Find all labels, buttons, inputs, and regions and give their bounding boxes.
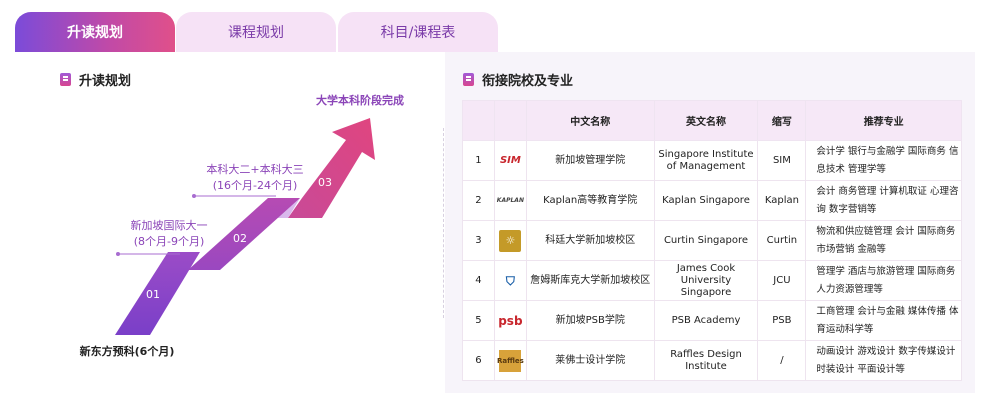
stage-label-01: 新东方预科(6个月) (79, 345, 175, 358)
header-logo (493, 100, 527, 141)
school-en-name: PSB Academy (653, 300, 759, 341)
step-num-01: 01 (146, 288, 160, 301)
raffles-logo-icon: Raffles (497, 349, 524, 372)
table-row: 5 psb 新加坡PSB学院 PSB Academy PSB 工商管理 会计与金… (462, 300, 962, 341)
school-majors: 会计学 银行与金融学 国际商务 信息技术 管理学等 (805, 140, 962, 181)
stage-label-03-duration: (16个月-24个月) (212, 179, 298, 192)
document-icon (60, 73, 71, 86)
school-logo: SIM (493, 140, 527, 181)
school-logo: ☼ (493, 220, 527, 261)
school-majors: 会计 商务管理 计算机取证 心理咨询 数字营销等 (805, 180, 962, 221)
school-abbr: JCU (757, 260, 807, 301)
header-en-name: 英文名称 (653, 100, 759, 141)
header-no (462, 100, 495, 141)
stage-label-02-name: 新加坡国际大一 (130, 219, 208, 232)
school-cn-name: 莱佛士设计学院 (525, 340, 655, 381)
tab-bar: 升读规划 课程规划 科目/课程表 (15, 12, 975, 52)
school-cn-name: 新加坡PSB学院 (525, 300, 655, 341)
school-abbr: Curtin (757, 220, 807, 261)
sim-logo-icon: SIM (499, 154, 521, 166)
table-row: 1 SIM 新加坡管理学院 Singapore Institute of Man… (462, 140, 962, 181)
school-abbr: SIM (757, 140, 807, 181)
school-majors: 物流和供应链管理 会计 国际商务 市场营销 金融等 (805, 220, 962, 261)
row-number: 6 (462, 340, 495, 381)
tab-course-plan[interactable]: 课程规划 (176, 12, 336, 52)
stage-label-complete: 大学本科阶段完成 (316, 94, 404, 107)
table-header-row: 中文名称 英文名称 缩写 推荐专业 (462, 100, 962, 141)
row-number: 2 (462, 180, 495, 221)
header-majors: 推荐专业 (805, 100, 962, 141)
document-icon (463, 73, 474, 86)
school-cn-name: 科廷大学新加坡校区 (525, 220, 655, 261)
table-row: 2 KAPLAN Kaplan高等教育学院 Kaplan Singapore K… (462, 180, 962, 221)
school-logo: psb (493, 300, 527, 341)
section-title-text: 升读规划 (79, 74, 132, 89)
progression-staircase: 01 02 03 (115, 118, 375, 335)
table-row: 6 Raffles 莱佛士设计学院 Raffles Design Institu… (462, 340, 962, 381)
row-number: 5 (462, 300, 495, 341)
row-number: 1 (462, 140, 495, 181)
school-en-name: Raffles Design Institute (653, 340, 759, 381)
school-cn-name: 新加坡管理学院 (525, 140, 655, 181)
school-majors: 管理学 酒店与旅游管理 国际商务 人力资源管理等 (805, 260, 962, 301)
table-row: 3 ☼ 科廷大学新加坡校区 Curtin Singapore Curtin 物流… (462, 220, 962, 261)
curtin-logo-icon: ☼ (499, 229, 522, 252)
leader-dot-02 (116, 252, 120, 256)
stage-label-03-name: 本科大二+本科大三 (206, 163, 304, 176)
school-majors: 动画设计 游戏设计 数字传媒设计 时装设计 平面设计等 (805, 340, 962, 381)
school-cn-name: 詹姆斯库克大学新加坡校区 (525, 260, 655, 301)
table-row: 4 ⛉ 詹姆斯库克大学新加坡校区 James Cook University S… (462, 260, 962, 301)
school-en-name: Singapore Institute of Management (653, 140, 759, 181)
section-title-upgrade: 升读规划 (60, 70, 131, 89)
row-number: 4 (462, 260, 495, 301)
row-number: 3 (462, 220, 495, 261)
psb-logo-icon: psb (498, 313, 523, 328)
step-num-03: 03 (318, 176, 332, 189)
school-abbr: / (757, 340, 807, 381)
school-abbr: PSB (757, 300, 807, 341)
leader-dot-03 (192, 194, 196, 198)
school-majors: 工商管理 会计与金融 媒体传播 体育运动科学等 (805, 300, 962, 341)
header-abbr: 缩写 (757, 100, 807, 141)
school-logo: ⛉ (493, 260, 527, 301)
section-title-text: 衔接院校及专业 (482, 74, 574, 89)
school-en-name: Curtin Singapore (653, 220, 759, 261)
jcu-crest-icon: ⛉ (505, 273, 515, 288)
school-logo: KAPLAN (493, 180, 527, 221)
stage-label-02-duration: (8个月-9个月) (133, 235, 205, 248)
kaplan-logo-icon: KAPLAN (496, 196, 524, 204)
school-cn-name: Kaplan高等教育学院 (525, 180, 655, 221)
divider (443, 128, 444, 318)
school-logo: Raffles (493, 340, 527, 381)
school-abbr: Kaplan (757, 180, 807, 221)
step-num-02: 02 (233, 232, 247, 245)
tab-subject-schedule[interactable]: 科目/课程表 (338, 12, 498, 52)
header-cn-name: 中文名称 (525, 100, 655, 141)
school-en-name: James Cook University Singapore (653, 260, 759, 301)
tab-upgrade-plan[interactable]: 升读规划 (15, 12, 175, 52)
stage-label-03: 本科大二+本科大三 (16个月-24个月) (190, 162, 320, 194)
schools-table: 中文名称 英文名称 缩写 推荐专业 1 SIM 新加坡管理学院 Singapor… (462, 100, 962, 381)
stage-label-02: 新加坡国际大一 (8个月-9个月) (114, 218, 224, 250)
school-en-name: Kaplan Singapore (653, 180, 759, 221)
section-title-schools: 衔接院校及专业 (463, 70, 573, 89)
